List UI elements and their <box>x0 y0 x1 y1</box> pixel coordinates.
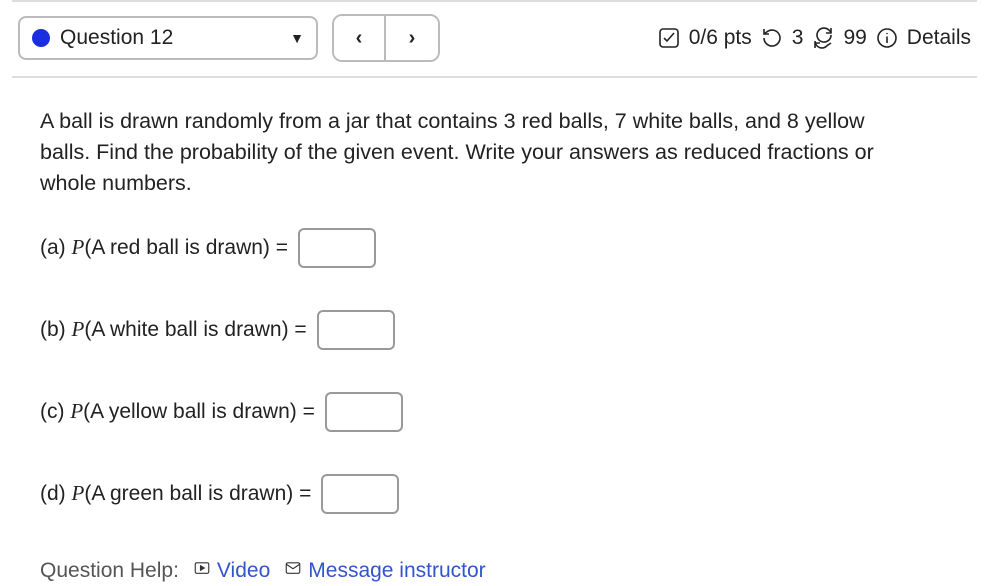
attempts-total-icon <box>811 26 835 50</box>
help-message-text: Message instructor <box>308 556 485 586</box>
help-video-link[interactable]: Video <box>193 556 270 586</box>
mail-icon <box>284 556 302 586</box>
question-select[interactable]: Question 12 ▼ <box>18 16 318 60</box>
retry-icon <box>760 26 784 50</box>
score-text: 0/6 pts <box>689 26 752 50</box>
video-icon <box>193 556 211 586</box>
part-a-input[interactable] <box>298 228 376 268</box>
part-b-input[interactable] <box>317 310 395 350</box>
question-prompt: A ball is drawn randomly from a jar that… <box>40 106 920 200</box>
help-label: Question Help: <box>40 556 179 586</box>
status-dot-icon <box>32 29 50 47</box>
score-status-icon <box>657 26 681 50</box>
part-c-input[interactable] <box>325 392 403 432</box>
question-help: Question Help: Video Message instructor <box>40 556 949 586</box>
question-title: Question 12 <box>60 26 173 50</box>
caret-down-icon: ▼ <box>290 30 304 46</box>
part-d: (d) P(A green ball is drawn) = <box>40 474 949 514</box>
attempts-used: 3 <box>792 26 804 50</box>
attempts-total: 99 <box>843 26 866 50</box>
part-c: (c) P(A yellow ball is drawn) = <box>40 392 949 432</box>
part-c-label: (c) P(A yellow ball is drawn) = <box>40 396 315 427</box>
question-meta: 0/6 pts 3 99 Details <box>657 26 971 50</box>
part-b: (b) P(A white ball is drawn) = <box>40 310 949 350</box>
prev-question-button[interactable]: ‹ <box>334 16 386 60</box>
help-video-text: Video <box>217 556 270 586</box>
question-nav: ‹ › <box>332 14 440 62</box>
help-message-link[interactable]: Message instructor <box>284 556 485 586</box>
part-b-label: (b) P(A white ball is drawn) = <box>40 314 307 345</box>
part-a: (a) P(A red ball is drawn) = <box>40 228 949 268</box>
details-link[interactable]: Details <box>907 26 971 50</box>
part-a-label: (a) P(A red ball is drawn) = <box>40 232 288 263</box>
part-d-input[interactable] <box>321 474 399 514</box>
part-d-label: (d) P(A green ball is drawn) = <box>40 478 311 509</box>
info-icon <box>875 26 899 50</box>
next-question-button[interactable]: › <box>386 16 438 60</box>
question-header: Question 12 ▼ ‹ › 0/6 pts 3 99 Detail <box>12 0 977 78</box>
